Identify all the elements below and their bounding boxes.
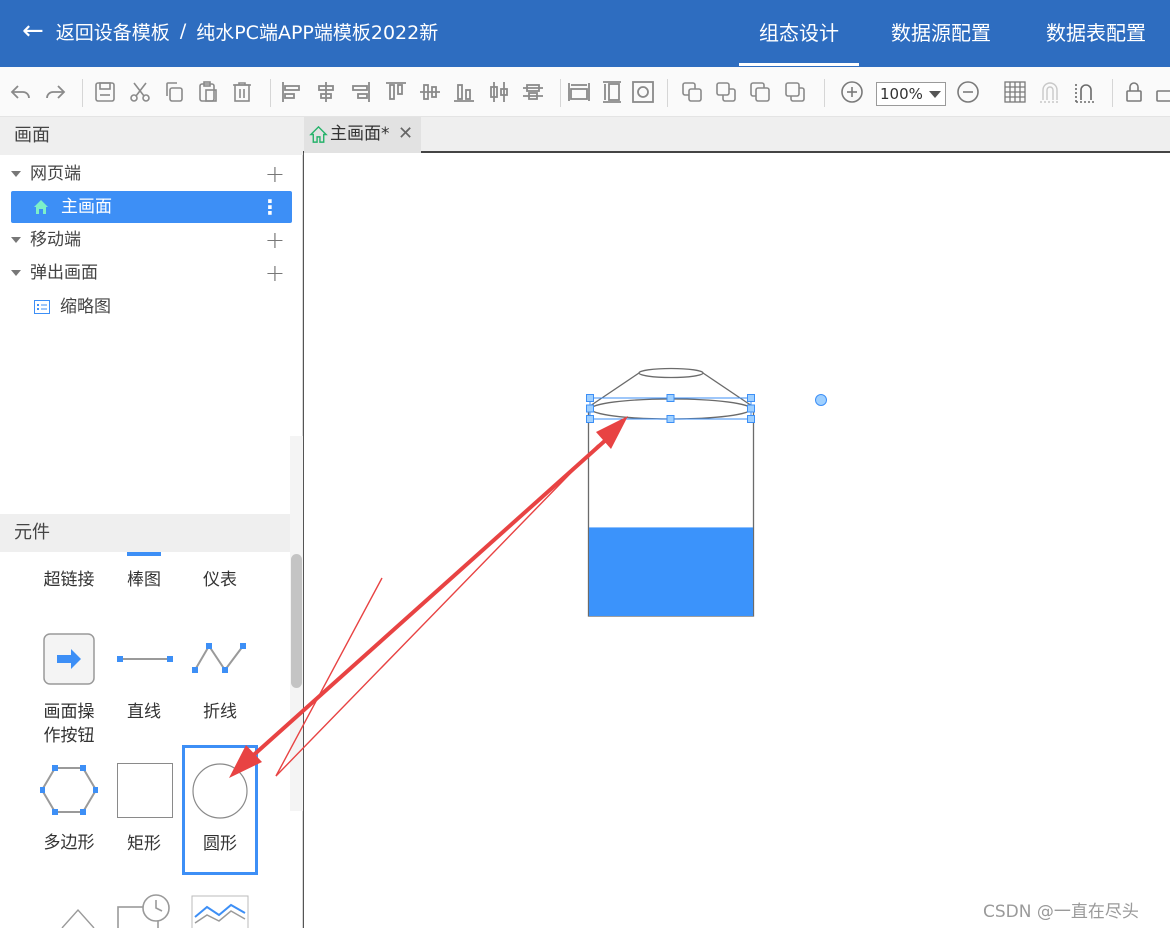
triangle-widget-icon[interactable]	[60, 908, 96, 928]
redo-icon[interactable]	[43, 80, 67, 104]
widget-polygon-label[interactable]: 多边形	[34, 831, 104, 855]
widget-line-label[interactable]: 直线	[109, 700, 179, 724]
snap-icon[interactable]	[1038, 80, 1062, 104]
tree-node-popup[interactable]: 弹出画面 +	[0, 257, 303, 289]
back-link[interactable]: ← 返回设备模板 / 纯水PC端APP端模板2022新	[22, 16, 438, 46]
widget-gauge-label[interactable]: 仪表	[185, 568, 255, 592]
tree-node-thumbnail[interactable]: 缩略图	[0, 291, 303, 323]
distribute-vertical-icon[interactable]	[521, 80, 545, 104]
toolbar-divider	[824, 79, 825, 107]
copy-icon[interactable]	[162, 80, 186, 104]
zoom-in-icon[interactable]	[840, 80, 864, 104]
back-arrow-icon[interactable]: ←	[22, 18, 44, 44]
toolbar-divider	[667, 79, 668, 107]
tree-node-main-screen[interactable]: 主画面 ⋮	[11, 191, 292, 223]
close-tab-icon[interactable]: ✕	[398, 117, 413, 151]
trend-chart-widget-icon[interactable]	[191, 895, 249, 928]
tree-node-mobile[interactable]: 移动端 +	[0, 224, 303, 256]
tab-data-table-config[interactable]: 数据表配置	[1046, 18, 1146, 48]
expand-caret-icon[interactable]	[11, 171, 21, 177]
more-options-icon[interactable]: ⋮	[260, 191, 280, 223]
send-back-icon[interactable]	[714, 80, 738, 104]
clock-widget-icon[interactable]	[116, 893, 174, 928]
undo-icon[interactable]	[9, 80, 33, 104]
selected-widget-highlight	[182, 745, 258, 875]
home-icon	[309, 125, 328, 143]
align-bottom-icon[interactable]	[452, 80, 476, 104]
zoom-out-icon[interactable]	[956, 80, 980, 104]
bar-chart-widget-icon[interactable]	[127, 552, 161, 556]
toolbar-divider	[82, 79, 83, 107]
tab-configuration-design[interactable]: 组态设计	[739, 18, 859, 66]
add-screen-icon[interactable]: +	[265, 224, 285, 256]
tree-node-main-screen-label: 主画面	[61, 197, 112, 217]
bring-forward-icon[interactable]	[748, 80, 772, 104]
line-widget-icon[interactable]	[116, 650, 174, 668]
template-name: 纯水PC端APP端模板2022新	[196, 21, 439, 44]
unlock-icon[interactable]	[1154, 80, 1170, 104]
cut-icon[interactable]	[128, 80, 152, 104]
water-tank-shape[interactable]	[584, 364, 759, 620]
widget-scrollbar-thumb[interactable]	[291, 554, 302, 688]
canvas-tab-bar: 主画面* ✕	[303, 117, 1170, 153]
tree-node-web[interactable]: 网页端 +	[0, 158, 303, 190]
distribute-horizontal-icon[interactable]	[487, 80, 511, 104]
zoom-level-value: 100%	[880, 85, 923, 103]
tab-data-source-config[interactable]: 数据源配置	[891, 18, 991, 48]
home-icon	[34, 200, 48, 214]
tree-node-mobile-label: 移动端	[30, 230, 81, 250]
align-middle-icon[interactable]	[418, 80, 442, 104]
same-size-icon[interactable]	[631, 80, 655, 104]
screens-panel-title: 画面	[0, 117, 303, 155]
toolbar-divider	[1112, 79, 1113, 107]
rotate-handle[interactable]	[815, 394, 827, 406]
toolbar-divider	[560, 79, 561, 107]
tank-top-ellipse[interactable]	[638, 367, 704, 379]
polyline-widget-icon[interactable]	[191, 640, 249, 676]
bring-front-icon[interactable]	[680, 80, 704, 104]
widget-polyline-label[interactable]: 折线	[185, 700, 255, 724]
tank-water-level	[589, 527, 753, 616]
grid-icon[interactable]	[1003, 80, 1027, 104]
lock-icon[interactable]	[1122, 80, 1146, 104]
widget-hyperlink-label[interactable]: 超链接	[34, 568, 104, 592]
polygon-widget-icon[interactable]	[40, 764, 98, 816]
thumbnail-list-icon	[34, 300, 50, 314]
add-screen-icon[interactable]: +	[265, 158, 285, 190]
tree-node-popup-label: 弹出画面	[30, 263, 98, 283]
tree-node-web-label: 网页端	[30, 164, 81, 184]
magnet-icon[interactable]	[1074, 80, 1098, 104]
toolbar-divider	[270, 79, 271, 107]
same-width-icon[interactable]	[567, 80, 591, 104]
delete-icon[interactable]	[230, 80, 254, 104]
watermark-text: CSDN @一直在尽头	[983, 902, 1139, 922]
tab-main-screen-label: 主画面*	[330, 124, 390, 144]
send-backward-icon[interactable]	[783, 80, 807, 104]
breadcrumb-separator: /	[179, 20, 187, 42]
expand-caret-icon[interactable]	[11, 237, 21, 243]
same-height-icon[interactable]	[600, 80, 624, 104]
paste-icon[interactable]	[196, 80, 220, 104]
align-top-icon[interactable]	[384, 80, 408, 104]
save-icon[interactable]	[93, 80, 117, 104]
editor-toolbar	[0, 67, 1170, 117]
align-left-icon[interactable]	[280, 80, 304, 104]
back-label[interactable]: 返回设备模板	[56, 18, 170, 45]
widget-screen-button-label[interactable]: 画面操 作按钮	[34, 700, 104, 748]
rectangle-widget-icon[interactable]	[117, 763, 173, 818]
screen-button-widget-icon[interactable]	[43, 633, 95, 685]
tab-main-screen[interactable]: 主画面* ✕	[304, 117, 421, 153]
top-header-bar: ← 返回设备模板 / 纯水PC端APP端模板2022新 组态设计 数据源配置 数…	[0, 0, 1170, 67]
add-screen-icon[interactable]: +	[265, 257, 285, 289]
chevron-down-icon	[929, 91, 941, 98]
zoom-level-select[interactable]: 100%	[876, 82, 946, 106]
tree-node-thumbnail-label: 缩略图	[60, 297, 111, 317]
widget-rectangle-label[interactable]: 矩形	[109, 832, 179, 856]
widget-bar-chart-label[interactable]: 棒图	[109, 568, 179, 592]
align-center-icon[interactable]	[314, 80, 338, 104]
expand-caret-icon[interactable]	[11, 270, 21, 276]
components-panel-title: 元件	[0, 514, 303, 552]
align-right-icon[interactable]	[348, 80, 372, 104]
